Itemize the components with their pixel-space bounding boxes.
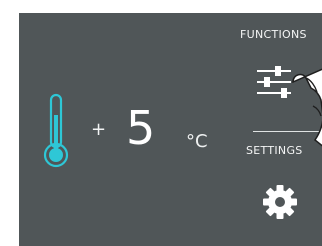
temperature-sign: + bbox=[91, 119, 107, 140]
settings-button[interactable] bbox=[259, 181, 301, 223]
temperature-unit: °C bbox=[186, 131, 208, 152]
control-panel: + 5 °C FUNCTIONS SETTINGS bbox=[19, 13, 322, 246]
temperature-value: 5 bbox=[126, 101, 156, 155]
thermometer-icon bbox=[43, 93, 69, 168]
functions-label: FUNCTIONS bbox=[240, 28, 307, 41]
pointing-hand-icon bbox=[292, 68, 322, 147]
gear-icon bbox=[263, 185, 297, 219]
